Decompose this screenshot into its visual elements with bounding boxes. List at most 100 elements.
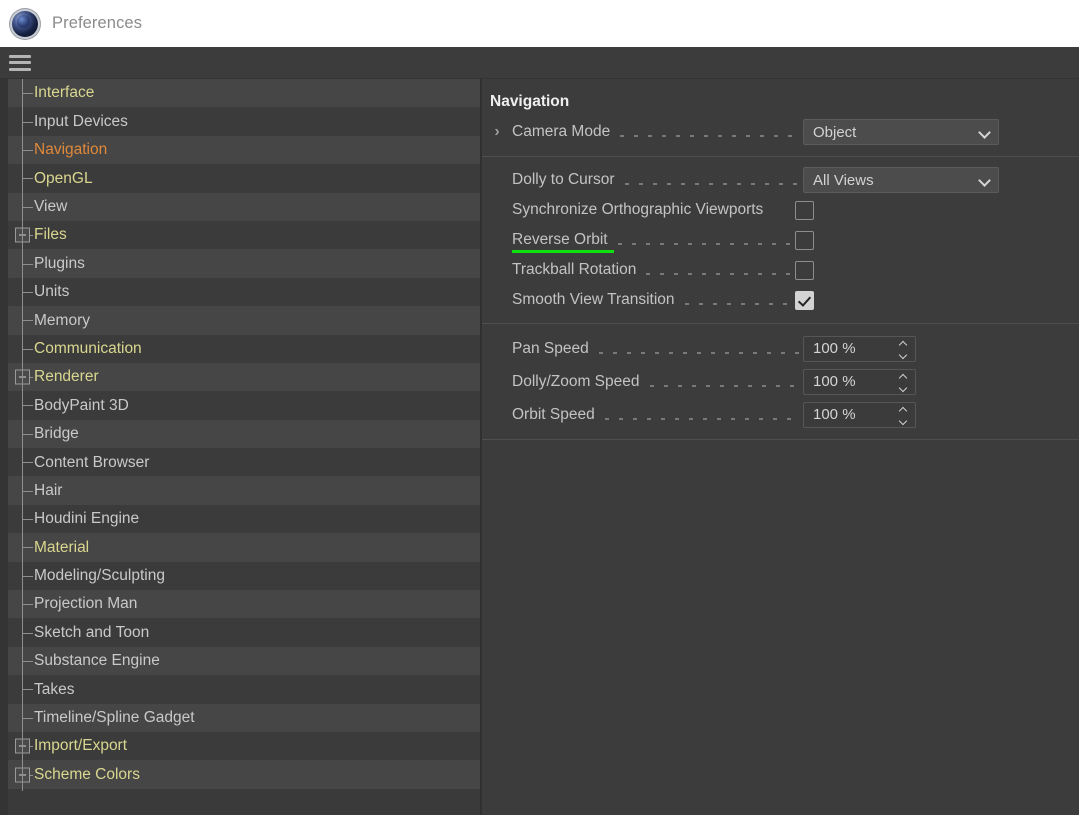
sidebar-item-scheme-colors[interactable]: Scheme Colors (8, 760, 480, 789)
row-pan-speed[interactable]: Pan Speed 100 % (482, 332, 1079, 365)
sidebar-item-label: BodyPaint 3D (34, 396, 129, 414)
label-trackball-rotation: Trackball Rotation (512, 261, 637, 278)
dropdown-dolly-to-cursor[interactable]: All Views (803, 167, 999, 193)
label-camera-mode: Camera Mode (512, 123, 611, 140)
sidebar-item-projection-man[interactable]: Projection Man (8, 590, 480, 619)
sidebar-item-label: Renderer (34, 368, 99, 386)
checkbox-synchronize-orthographic-viewports[interactable] (795, 200, 814, 220)
checkbox-trackball-rotation[interactable] (795, 260, 814, 280)
label-dolly-zoom-speed: Dolly/Zoom Speed (512, 372, 640, 390)
expand-plus-icon[interactable] (15, 369, 30, 385)
numeric-input-pan-speed[interactable]: 100 % (803, 335, 916, 362)
sidebar-item-substance-engine[interactable]: Substance Engine (8, 646, 480, 676)
sidebar-item-communication[interactable]: Communication (8, 334, 480, 363)
row-dolly-to-cursor[interactable]: Dolly to Cursor All Views (482, 165, 1079, 195)
control-slot: All Views (803, 167, 1079, 193)
sidebar-item-renderer[interactable]: Renderer (8, 362, 480, 392)
sidebar-item-sketch-and-toon[interactable]: Sketch and Toon (8, 618, 480, 647)
sidebar-item-label: Hair (34, 481, 63, 499)
sidebar-item-material[interactable]: Material (8, 533, 480, 562)
numeric-value: 100 % (813, 406, 856, 423)
label-smooth-view-transition: Smooth View Transition (512, 291, 675, 308)
dropdown-camera-mode[interactable]: Object (803, 119, 999, 145)
sidebar-item-label: Import/Export (34, 737, 128, 755)
tree-branch-line (22, 320, 33, 322)
chevron-right-icon[interactable]: › (482, 123, 512, 141)
sidebar-item-label: Interface (34, 84, 95, 102)
label-orbit-speed: Orbit Speed (512, 405, 595, 423)
sidebar-item-modeling-sculpting[interactable]: Modeling/Sculpting (8, 561, 480, 591)
sidebar-item-files[interactable]: Files (8, 220, 480, 250)
row-dolly-zoom-speed[interactable]: Dolly/Zoom Speed 100 % (482, 365, 1079, 398)
sidebar-item-hair[interactable]: Hair (8, 476, 480, 505)
control-slot: 100 % (803, 368, 1079, 395)
spinner-updown-icon[interactable] (897, 373, 909, 391)
row-smooth-view-transition[interactable]: Smooth View Transition (482, 285, 1079, 315)
row-camera-mode[interactable]: › Camera Mode Object (482, 117, 1079, 147)
sidebar-item-houdini-engine[interactable]: Houdini Engine (8, 504, 480, 534)
numeric-input-orbit-speed[interactable]: 100 % (803, 401, 916, 428)
leader-dots (649, 375, 799, 388)
sidebar-item-timeline-spline-gadget[interactable]: Timeline/Spline Gadget (8, 703, 480, 732)
section-divider (482, 439, 1079, 440)
spinner-updown-icon[interactable] (897, 406, 909, 424)
sidebar-item-label: Houdini Engine (34, 510, 140, 528)
sidebar-item-content-browser[interactable]: Content Browser (8, 448, 480, 477)
tree-branch-line (22, 291, 33, 293)
sidebar-item-bridge[interactable]: Bridge (8, 419, 480, 449)
dropdown-value: All Views (813, 171, 874, 189)
hamburger-menu-icon[interactable] (9, 54, 31, 71)
sidebar-item-navigation[interactable]: Navigation (8, 135, 480, 165)
chevron-down-icon (980, 127, 991, 138)
expand-plus-icon[interactable] (15, 227, 30, 243)
numeric-input-dolly-zoom-speed[interactable]: 100 % (803, 368, 916, 395)
row-synchronize-orthographic-viewports[interactable]: Synchronize Orthographic Viewports (482, 195, 1079, 225)
row-trackball-rotation[interactable]: Trackball Rotation (482, 255, 1079, 285)
sidebar-item-label: Material (34, 538, 90, 556)
spinner-up-icon[interactable] (899, 340, 908, 345)
checkbox-smooth-view-transition[interactable] (795, 290, 814, 310)
spinner-up-icon[interactable] (899, 406, 908, 411)
sidebar-item-plugins[interactable]: Plugins (8, 249, 480, 278)
spinner-down-icon[interactable] (899, 353, 908, 358)
sidebar-item-label: OpenGL (34, 169, 93, 187)
leader-dots (598, 342, 799, 355)
preferences-sidebar: Interface Input Devices Navigation OpenGL Vi… (0, 79, 480, 815)
row-reverse-orbit[interactable]: Reverse Orbit (482, 225, 1079, 255)
checkbox-reverse-orbit[interactable] (795, 230, 814, 250)
spinner-updown-icon[interactable] (897, 340, 909, 358)
spinner-down-icon[interactable] (899, 386, 908, 391)
row-orbit-speed[interactable]: Orbit Speed 100 % (482, 398, 1079, 431)
control-slot (795, 290, 1079, 310)
control-slot: 100 % (803, 401, 1079, 428)
tree-branch-line (22, 547, 33, 549)
tree-branch-line (22, 206, 33, 208)
sidebar-item-opengl[interactable]: OpenGL (8, 164, 480, 193)
spinner-down-icon[interactable] (899, 419, 908, 424)
tree-branch-line (22, 661, 33, 662)
sidebar-item-view[interactable]: View (8, 192, 480, 221)
spinner-up-icon[interactable] (899, 373, 908, 378)
label-dolly-to-cursor: Dolly to Cursor (512, 171, 615, 188)
sidebar-gutter (0, 79, 8, 815)
sidebar-item-label: Bridge (34, 425, 79, 443)
leader-dots (620, 126, 799, 138)
control-slot: Object (803, 119, 1079, 145)
sidebar-item-bodypaint-3d[interactable]: BodyPaint 3D (8, 391, 480, 420)
sidebar-item-import-export[interactable]: Import/Export (8, 731, 480, 761)
expand-plus-icon[interactable] (15, 738, 30, 754)
tree-branch-line (22, 405, 33, 407)
control-slot (795, 200, 1079, 220)
tree-branch-line (22, 178, 33, 180)
sidebar-item-takes[interactable]: Takes (8, 675, 480, 704)
sidebar-item-memory[interactable]: Memory (8, 306, 480, 335)
sidebar-item-input-devices[interactable]: Input Devices (8, 107, 480, 136)
preferences-tree[interactable]: Interface Input Devices Navigation OpenGL Vi… (8, 79, 480, 815)
sidebar-item-units[interactable]: Units (8, 277, 480, 307)
expand-plus-icon[interactable] (15, 767, 30, 783)
sidebar-item-interface[interactable]: Interface (8, 79, 480, 108)
cinema4d-sphere-icon (12, 10, 38, 37)
